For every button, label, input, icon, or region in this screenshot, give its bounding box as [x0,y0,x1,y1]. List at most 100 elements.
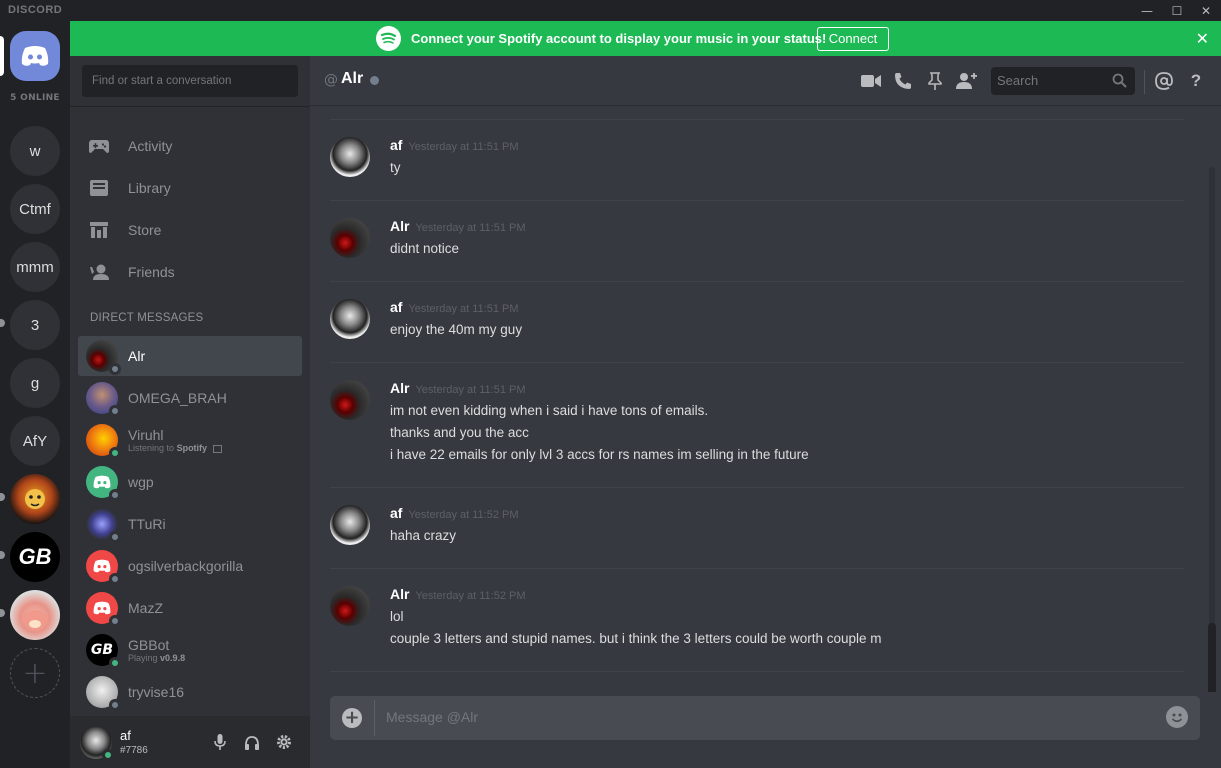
at-icon: @ [324,72,338,88]
friends-icon [88,261,110,283]
avatar: GB [86,634,121,669]
dm-item-tryvise16[interactable]: tryvise16 [78,672,302,712]
connect-button[interactable]: Connect [817,27,889,51]
video-call-button[interactable] [860,70,882,92]
avatar [86,382,121,417]
dm-item-alr[interactable]: Alr [78,336,302,376]
author-name[interactable]: af [390,137,402,153]
help-button[interactable]: ? [1185,70,1207,92]
status-indicator [109,405,121,417]
banner-close-button[interactable]: ✕ [1196,29,1209,48]
avatar[interactable] [330,586,370,626]
scrollbar-thumb[interactable] [1208,623,1216,692]
timestamp: Yesterday at 11:51 PM [415,222,526,234]
add-server-button[interactable]: + [10,648,60,698]
upload-button[interactable]: + [342,708,362,728]
dm-item-wgp[interactable]: wgp [78,462,302,502]
user-panel: af #7786 [70,716,310,768]
unread-indicator [0,493,5,501]
dm-name: TTuRi [128,516,166,532]
status-indicator [109,447,121,459]
mentions-button[interactable] [1153,70,1175,92]
guild-pokemon[interactable] [10,590,60,640]
avatar [86,340,121,375]
emoji-picker-button[interactable] [1166,706,1188,728]
add-user-icon [956,73,977,89]
avatar[interactable] [330,380,370,420]
mute-button[interactable] [210,732,230,752]
home-button[interactable] [10,31,60,81]
gear-icon [277,735,291,749]
nav-store[interactable]: Store [78,210,302,250]
dm-item-gbbot[interactable]: GB GBBot Playing v0.9.8 [78,630,302,670]
author-name[interactable]: af [390,299,402,315]
guild-w[interactable]: w [10,126,60,176]
slowpoke-icon [23,610,47,630]
guild-afy[interactable]: AfY [10,416,60,466]
guild-mmm[interactable]: mmm [10,242,60,292]
pinned-messages-button[interactable] [924,70,946,92]
nav-library[interactable]: Library [78,168,302,208]
avatar[interactable] [330,218,370,258]
message-text: haha crazy [390,528,457,543]
dm-item-mazz[interactable]: MazZ [78,588,302,628]
dm-search-input[interactable]: Find or start a conversation [82,65,298,97]
message-text: enjoy the 40m my guy [390,322,523,337]
divider [330,200,1185,201]
author-name[interactable]: Alr [390,586,409,602]
guild-g[interactable]: g [10,358,60,408]
avatar [86,424,121,459]
guild-lion[interactable] [10,474,60,524]
avatar[interactable] [330,137,370,177]
guild-3[interactable]: 3 [10,300,60,350]
message-header: Alr Yesterday at 11:51 PM [390,380,526,396]
divider [330,568,1185,569]
timestamp: Yesterday at 11:52 PM [415,590,526,602]
deafen-button[interactable] [242,732,262,752]
dm-item-viruhl[interactable]: Viruhl Listening to Spotify [78,420,302,460]
message-input[interactable]: Message @Alr [386,709,478,725]
guild-ctmf[interactable]: Ctmf [10,184,60,234]
status-indicator [109,363,121,375]
dm-name: wgp [128,474,154,490]
smiley-icon [1171,713,1183,723]
direct-messages-header: DIRECT MESSAGES [90,312,204,324]
message-text: thanks and you the acc [390,425,529,440]
author-name[interactable]: Alr [390,218,409,234]
dm-activity: Playing v0.9.8 [128,653,186,663]
dm-name: tryvise16 [128,684,185,700]
headphones-icon [245,735,259,750]
video-camera-icon [861,75,881,87]
maximize-button[interactable]: ☐ [1162,0,1192,21]
avatar[interactable] [330,299,370,339]
minimize-button[interactable]: — [1132,0,1162,21]
scrollbar-track[interactable] [1209,167,1215,692]
message-header: af Yesterday at 11:51 PM [390,299,519,315]
guild-gb[interactable]: GB [10,532,60,582]
author-name[interactable]: Alr [390,380,409,396]
discord-default-avatar-icon [93,559,111,573]
discord-default-avatar-icon [93,601,111,615]
timestamp: Yesterday at 11:51 PM [415,384,526,396]
dm-item-ogsilverbackgorilla[interactable]: ogsilverbackgorilla [78,546,302,586]
user-settings-button[interactable] [274,732,294,752]
author-name[interactable]: af [390,505,402,521]
message-text: ty [390,160,401,175]
online-count: 5 ONLINE [10,93,60,103]
nav-friends[interactable]: Friends [78,252,302,292]
channel-name: Alr [341,70,364,87]
unread-indicator [0,319,5,327]
voice-call-button[interactable] [892,70,914,92]
search-input[interactable]: Search [991,67,1135,95]
dm-sidebar: Find or start a conversation Activity Li… [70,56,310,768]
add-friend-to-dm-button[interactable] [955,70,977,92]
status-indicator [109,657,121,669]
dm-item-tturi[interactable]: TTuRi [78,504,302,544]
avatar [86,592,121,627]
dm-item-omega-brah[interactable]: OMEGA_BRAH [78,378,302,418]
close-window-button[interactable]: ✕ [1191,0,1221,21]
avatar[interactable] [330,505,370,545]
status-indicator [109,531,121,543]
status-indicator [109,573,121,585]
nav-activity[interactable]: Activity [78,126,302,166]
